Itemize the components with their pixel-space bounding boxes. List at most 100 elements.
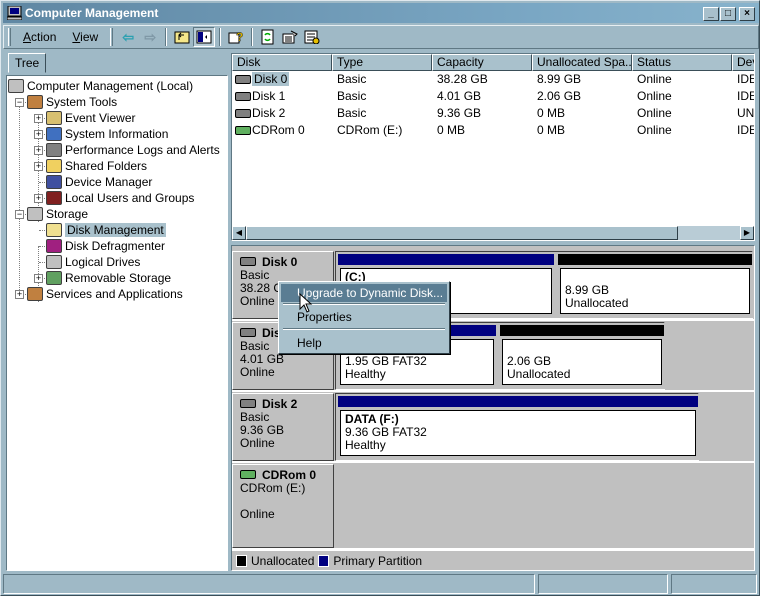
tree-node-system-information[interactable]: System Information: [46, 126, 168, 142]
cell-device: UNI: [737, 106, 755, 120]
partition-unallocated[interactable]: 2.06 GB Unallocated: [498, 323, 666, 389]
refresh-icon: [261, 29, 274, 45]
toolbar-separator: [219, 28, 222, 46]
tree-node-local-users-and-groups[interactable]: Local Users and Groups: [46, 190, 194, 206]
expand-icon[interactable]: +: [34, 130, 43, 139]
tree-node-label: Services and Applications: [46, 287, 183, 301]
context-menu-item-help[interactable]: Help: [281, 334, 447, 352]
title-bar[interactable]: Computer Management _ □ ×: [3, 3, 759, 23]
properties-icon: [282, 30, 299, 44]
column-header-5[interactable]: Dev: [732, 54, 754, 71]
toolbar-grip[interactable]: [110, 28, 114, 46]
partition-unallocated[interactable]: 8.99 GB Unallocated: [556, 252, 754, 318]
cell-disk: Disk 2: [252, 105, 332, 122]
scroll-right-button[interactable]: ▶: [740, 226, 754, 240]
partition-area: [335, 464, 754, 548]
cell-type: Basic: [337, 106, 367, 120]
help-button[interactable]: ?: [225, 27, 247, 47]
menu-action[interactable]: Action: [15, 30, 64, 44]
expand-icon[interactable]: +: [34, 194, 43, 203]
tree-node-disk-defragmenter[interactable]: Disk Defragmenter: [46, 238, 165, 254]
collapse-icon[interactable]: −: [15, 98, 24, 107]
legend-label: Unallocated: [251, 553, 315, 568]
column-header-3[interactable]: Unallocated Spa...: [532, 54, 632, 71]
tree-node-services-and-applications[interactable]: Services and Applications: [27, 286, 183, 302]
forward-arrow-icon: ⇨: [144, 28, 157, 45]
export-list-button[interactable]: [301, 27, 323, 47]
forward-button[interactable]: ⇨: [139, 27, 161, 47]
table-row[interactable]: Disk 0 Basic 38.28 GB 8.99 GB Online IDE: [232, 71, 754, 88]
tree-node-removable-storage[interactable]: Removable Storage: [46, 270, 171, 286]
expand-icon[interactable]: +: [15, 290, 24, 299]
scroll-left-button[interactable]: ◀: [232, 226, 246, 240]
column-header-1[interactable]: Type: [332, 54, 432, 71]
table-row[interactable]: Disk 2 Basic 9.36 GB 0 MB Online UNI: [232, 105, 754, 122]
close-button[interactable]: ×: [739, 7, 755, 21]
minimize-button[interactable]: _: [703, 7, 719, 21]
partition-color-bar: [500, 325, 664, 336]
column-header-2[interactable]: Capacity: [432, 54, 532, 71]
cell-capacity: 4.01 GB: [437, 89, 482, 103]
menu-view[interactable]: View: [64, 30, 106, 44]
cdrom-icon: [235, 126, 251, 135]
partition-box: 8.99 GB Unallocated: [560, 268, 750, 314]
refresh-button[interactable]: [257, 27, 279, 47]
back-button[interactable]: ⇦: [117, 27, 139, 47]
up-folder-icon: [174, 31, 190, 44]
partition-status: Unallocated: [507, 367, 571, 381]
horizontal-scrollbar[interactable]: ◀ ▶: [232, 226, 754, 240]
tree-node-label: Shared Folders: [65, 159, 148, 173]
tree-node-system-tools[interactable]: System Tools: [27, 94, 117, 110]
toolbar-grip[interactable]: [8, 28, 11, 46]
toolbar-separator: [251, 28, 254, 46]
disk-label[interactable]: CDRom 0 CDRom (E:) Online: [232, 464, 334, 548]
menu-view-label: iew: [80, 30, 99, 44]
column-header-4[interactable]: Status: [632, 54, 732, 71]
scroll-thumb[interactable]: [246, 226, 678, 240]
cell-capacity: 38.28 GB: [437, 72, 488, 86]
column-header-0[interactable]: Disk: [232, 54, 332, 71]
console-tree: Computer Management (Local) − System Tools…: [6, 75, 228, 571]
tree-node-label: Device Manager: [65, 175, 153, 189]
collapse-icon[interactable]: −: [15, 210, 24, 219]
tree-node-device-manager[interactable]: Device Manager: [46, 174, 152, 190]
tree-node-disk-management[interactable]: Disk Management: [46, 222, 166, 238]
properties-button[interactable]: [279, 27, 301, 47]
tree-pane: Tree Computer Management (Local) − System …: [4, 51, 228, 571]
tree-node-performance-logs-and-alerts[interactable]: Performance Logs and Alerts: [46, 142, 220, 158]
tree-node-shared-folders[interactable]: Shared Folders: [46, 158, 147, 174]
partition-status: Unallocated: [565, 296, 629, 310]
cell-unallocated: 8.99 GB: [537, 72, 582, 86]
tree-node-logical-drives[interactable]: Logical Drives: [46, 254, 140, 270]
tree-node-label: System Information: [65, 127, 169, 141]
tab-tree[interactable]: Tree: [8, 53, 47, 73]
table-row[interactable]: CDRom 0 CDRom (E:) 0 MB 0 MB Online IDE: [232, 122, 754, 139]
tree-node-event-viewer[interactable]: Event Viewer: [46, 110, 135, 126]
status-panel-1: [3, 574, 535, 594]
maximize-button[interactable]: □: [720, 7, 736, 21]
up-one-level-button[interactable]: [171, 27, 193, 47]
hard-disk-icon: [235, 75, 251, 84]
show-hide-tree-button[interactable]: [193, 27, 216, 47]
cell-disk: Disk 0: [252, 71, 332, 88]
disk-name: Disk 0: [252, 72, 290, 86]
cell-capacity: 9.36 GB: [437, 106, 482, 120]
system-tools-icon: [27, 95, 43, 109]
shared-folders-icon: [46, 159, 62, 173]
disk-title: Disk 2: [262, 397, 298, 411]
tree-node-storage[interactable]: Storage: [27, 206, 88, 222]
table-row[interactable]: Disk 1 Basic 4.01 GB 2.06 GB Online IDE: [232, 88, 754, 105]
expand-icon[interactable]: +: [34, 274, 43, 283]
back-arrow-icon: ⇦: [122, 28, 135, 45]
tree-node-label: Performance Logs and Alerts: [65, 143, 220, 157]
expand-icon[interactable]: +: [34, 162, 43, 171]
disk-label[interactable]: Disk 2 Basic 9.36 GB Online: [232, 393, 334, 461]
partition-color-bar: [558, 254, 752, 265]
expand-icon[interactable]: +: [34, 146, 43, 155]
partition-primary[interactable]: DATA (F:) 9.36 GB FAT32 Healthy: [336, 394, 700, 460]
expand-icon[interactable]: +: [34, 114, 43, 123]
disk-type: CDRom (E:): [240, 481, 306, 495]
event-viewer-icon: [46, 111, 62, 125]
device-manager-icon: [46, 175, 62, 189]
tree-node-computer-management-local-[interactable]: Computer Management (Local): [8, 78, 193, 94]
